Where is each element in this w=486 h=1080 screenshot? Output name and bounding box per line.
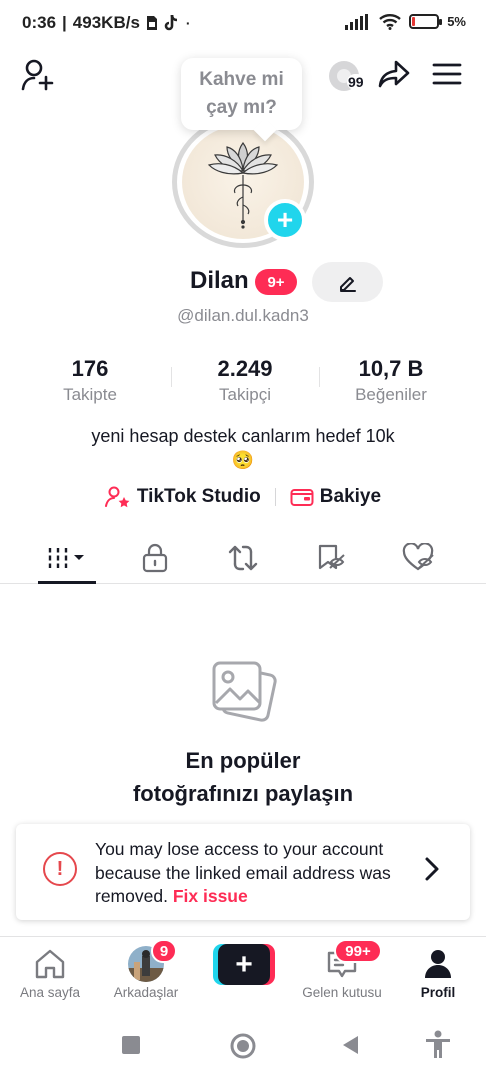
active-tab-indicator — [38, 581, 96, 584]
empty-state-line-2: fotoğrafınızı paylaşın — [132, 781, 354, 806]
profile-name: Dilan — [190, 267, 249, 294]
followers-count: 2.249 — [217, 356, 273, 381]
accessibility-icon — [426, 1030, 450, 1058]
note-line-2: çay mı? — [206, 97, 277, 118]
heart-hidden-icon — [402, 543, 434, 571]
likes-stat[interactable]: 10,7 B Beğeniler — [321, 356, 461, 405]
grid-dropdown-icon — [47, 548, 84, 568]
nav-friends-label: Arkadaşlar — [113, 985, 179, 1000]
account-warning-card[interactable]: ! You may lose access to your account be… — [16, 824, 470, 920]
status-dot: · — [185, 15, 191, 31]
tab-videos[interactable] — [38, 538, 98, 578]
likes-count: 10,7 B — [358, 356, 424, 381]
profile-handle: @dilan.dul.kadn3 — [177, 306, 309, 325]
add-person-icon — [21, 59, 54, 91]
triangle-back-icon — [343, 1036, 358, 1054]
tiktok-studio-label: TikTok Studio — [136, 486, 261, 507]
sim-card-icon — [146, 16, 157, 30]
nav-friends[interactable]: 9 Arkadaşlar — [103, 939, 189, 1000]
share-profile-button[interactable] — [374, 56, 414, 92]
status-time: 0:36 — [22, 13, 57, 32]
status-bar: 0:36 | 493KB/s · 5% — [0, 0, 486, 50]
wallet-label: Bakiye — [319, 486, 382, 507]
following-label: Takipte — [63, 385, 117, 404]
status-network-speed: 493KB/s — [72, 13, 140, 32]
tiktok-studio-link[interactable]: TikTok Studio — [104, 486, 261, 508]
nav-inbox-label: Gelen kutusu — [302, 985, 382, 1000]
chevron-right-icon[interactable] — [422, 852, 442, 891]
story-avatar-button[interactable]: 99 — [318, 58, 370, 94]
note-bubble[interactable]: Kahve mi çay mı? — [181, 58, 302, 130]
signal-icon — [345, 13, 369, 30]
link-separator — [274, 488, 276, 506]
nav-inbox[interactable]: 99+ Gelen kutusu — [290, 939, 394, 1000]
status-right: 5% — [345, 13, 466, 30]
home-system-button[interactable] — [227, 1030, 259, 1062]
share-arrow-icon — [378, 60, 410, 88]
friends-count-badge: 9 — [151, 939, 177, 963]
followers-stat[interactable]: 2.249 Takipçi — [175, 356, 315, 405]
profile-bio: yeni hesap destek canlarım hedef 10k 🥺 — [0, 424, 486, 472]
system-navigation-bar — [0, 1010, 486, 1080]
empty-photos-icon — [208, 657, 278, 727]
stats-divider — [319, 367, 320, 387]
empty-state-message: En popüler fotoğrafınızı paylaşın — [0, 744, 486, 810]
home-icon — [35, 949, 65, 979]
circle-icon — [230, 1033, 256, 1059]
nav-profile-label: Profil — [420, 985, 456, 1000]
fix-issue-link[interactable]: Fix issue — [173, 886, 248, 906]
warning-text: You may lose access to your account beca… — [95, 838, 415, 909]
pencil-icon — [339, 277, 356, 292]
notification-badge[interactable]: 9+ — [255, 269, 297, 295]
plus-icon: + — [218, 944, 270, 985]
story-count: 99 — [347, 74, 365, 90]
create-post-button[interactable]: + — [213, 944, 275, 985]
nav-home-label: Ana sayfa — [19, 985, 81, 1000]
warning-exclamation-icon: ! — [43, 852, 77, 886]
inbox-count-badge: 99+ — [334, 939, 382, 963]
bookmark-hidden-icon — [318, 544, 345, 570]
square-icon — [122, 1036, 140, 1054]
likes-label: Beğeniler — [355, 385, 427, 404]
menu-button[interactable] — [428, 58, 466, 90]
nav-profile[interactable]: Profil — [407, 943, 469, 1000]
battery-percent: 5% — [447, 14, 466, 29]
edit-profile-button[interactable] — [312, 262, 383, 302]
creator-links: TikTok Studio Bakiye — [0, 486, 486, 508]
lock-icon — [142, 543, 168, 573]
following-count: 176 — [71, 356, 109, 381]
content-tabs — [0, 530, 486, 584]
empty-state-line-1: En popüler — [185, 748, 301, 773]
hamburger-menu-icon — [432, 63, 462, 85]
wifi-icon — [379, 14, 402, 30]
add-friend-button[interactable] — [18, 56, 58, 94]
followers-label: Takipçi — [219, 385, 271, 404]
add-story-button[interactable]: + — [264, 199, 306, 241]
following-stat[interactable]: 176 Takipte — [20, 356, 160, 405]
recent-apps-button[interactable] — [118, 1032, 144, 1058]
battery-icon — [409, 14, 443, 29]
profile-person-icon — [425, 950, 451, 978]
note-line-1: Kahve mi — [199, 69, 284, 90]
tab-saved[interactable] — [302, 538, 362, 578]
back-system-button[interactable] — [338, 1032, 364, 1058]
status-separator: | — [62, 13, 67, 32]
studio-person-star-icon — [104, 486, 130, 508]
tiktok-notification-icon — [164, 14, 178, 31]
wallet-link[interactable]: Bakiye — [290, 486, 381, 508]
status-left: 0:36 | 493KB/s · — [22, 13, 191, 33]
stats-divider — [171, 367, 172, 387]
bio-emoji: 🥺 — [231, 450, 255, 470]
wallet-icon — [290, 489, 314, 506]
tab-private[interactable] — [125, 538, 185, 578]
accessibility-button[interactable] — [421, 1028, 455, 1062]
repost-icon — [228, 545, 258, 571]
nav-home[interactable]: Ana sayfa — [10, 943, 90, 1000]
tab-liked[interactable] — [389, 538, 449, 578]
bio-text: yeni hesap destek canlarım hedef 10k — [91, 426, 395, 446]
tab-reposts[interactable] — [213, 538, 273, 578]
